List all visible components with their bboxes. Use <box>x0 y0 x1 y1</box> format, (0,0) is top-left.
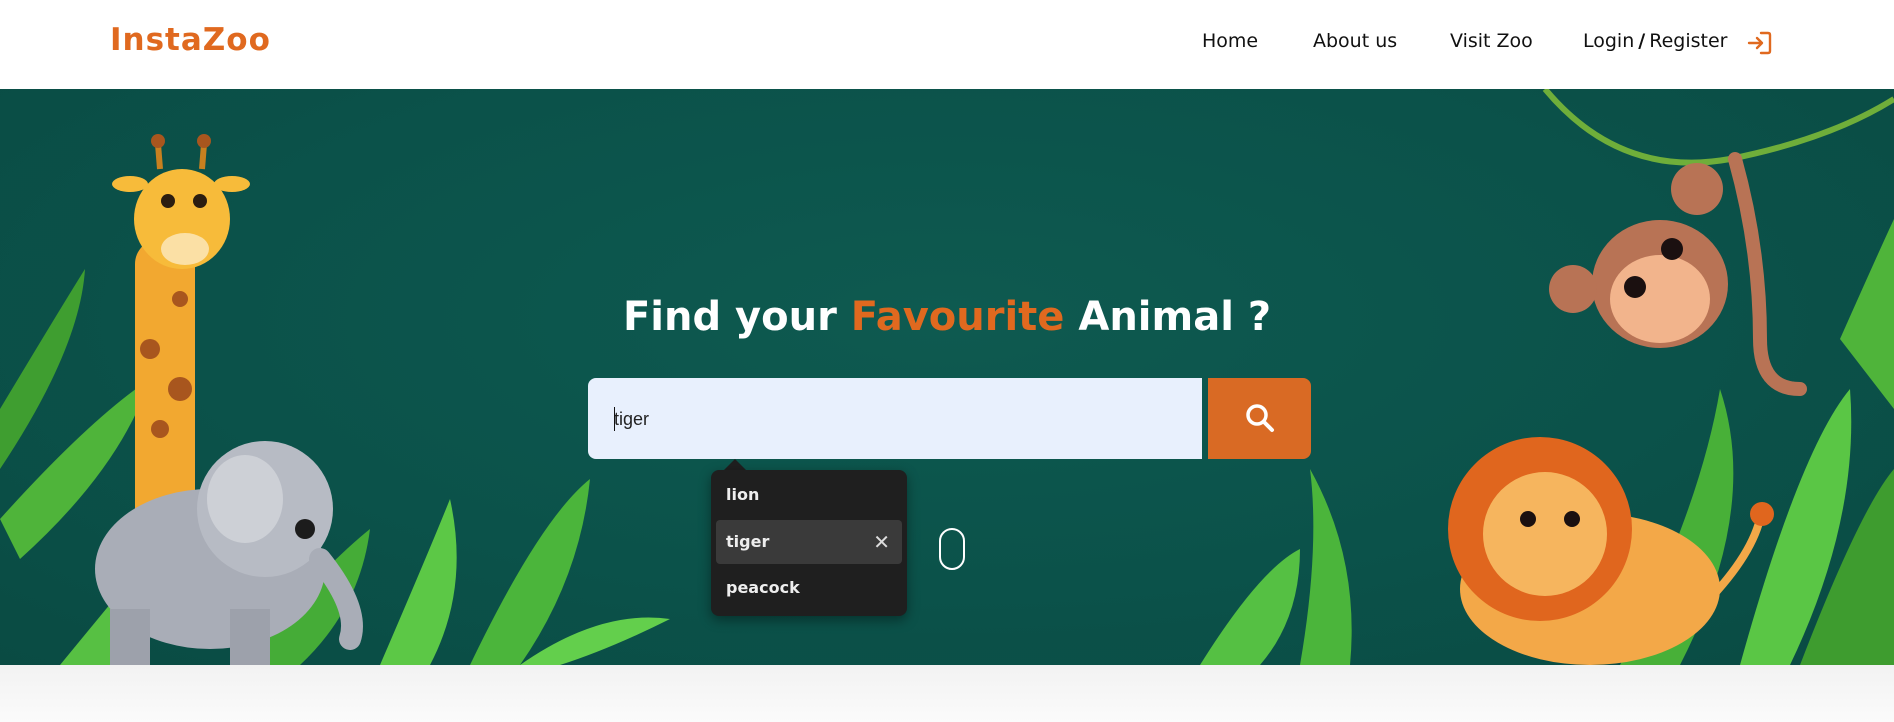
suggestion-label: tiger <box>726 532 770 551</box>
nav-visit-zoo-link[interactable]: Visit Zoo <box>1450 30 1533 52</box>
login-link[interactable]: Login <box>1583 30 1634 52</box>
search-button[interactable] <box>1208 378 1311 459</box>
logo[interactable]: InstaZoo <box>110 22 271 58</box>
title-part-1: Find your <box>622 294 837 340</box>
register-link[interactable]: Register <box>1649 30 1727 52</box>
close-icon[interactable]: ✕ <box>873 520 890 564</box>
monkey-illustration <box>1549 152 1807 396</box>
header: InstaZoo Home About us Visit Zoo Login / R… <box>0 0 1894 89</box>
suggestion-label: peacock <box>726 578 800 597</box>
nav-login-register: Login / Register <box>1583 30 1727 52</box>
jungle-illustration <box>0 89 1894 665</box>
sign-in-icon[interactable] <box>1746 30 1772 56</box>
nav-home-link[interactable]: Home <box>1202 30 1258 52</box>
scroll-down-indicator[interactable] <box>939 528 965 570</box>
content-section-top <box>0 665 1894 722</box>
nav-separator: / <box>1638 30 1646 52</box>
suggestion-item[interactable]: peacock <box>716 566 902 610</box>
hero-section: Find your Favourite Animal ? lion tiger … <box>0 89 1894 665</box>
suggestion-item-selected[interactable]: tiger ✕ <box>716 520 902 564</box>
nav-about-link[interactable]: About us <box>1313 30 1397 52</box>
search-input[interactable] <box>614 404 1174 434</box>
suggestion-item[interactable]: lion <box>716 473 902 517</box>
title-part-2: Animal ? <box>1078 294 1272 340</box>
search-icon <box>1246 404 1274 432</box>
text-caret <box>614 407 615 431</box>
vine-illustration <box>1542 89 1894 166</box>
title-accent: Favourite <box>850 294 1065 340</box>
autocomplete-suggestions: lion tiger ✕ peacock <box>711 470 907 616</box>
suggestion-label: lion <box>726 485 760 504</box>
search-box <box>588 378 1202 459</box>
hero-title: Find your Favourite Animal ? <box>0 294 1894 340</box>
